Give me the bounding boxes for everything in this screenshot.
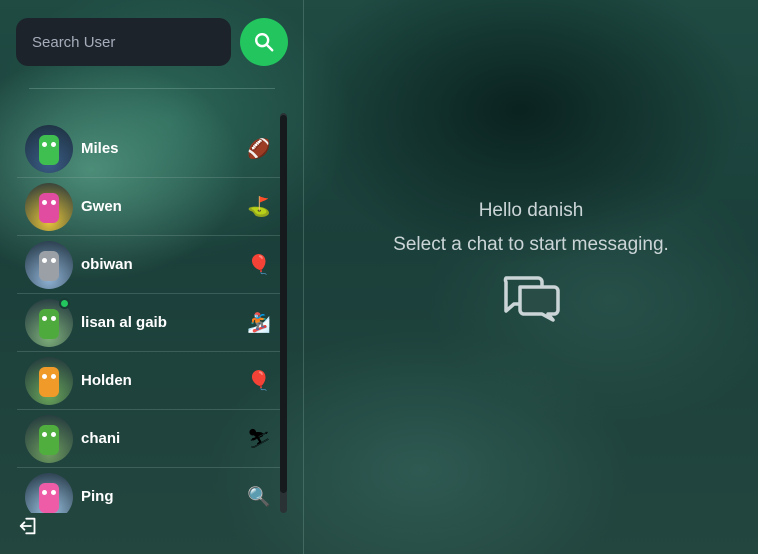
- robot-eye: [51, 431, 56, 437]
- conversation-name: chani: [81, 430, 121, 447]
- conversation-name: Ping: [81, 488, 114, 505]
- chat-bubbles-icon: [503, 276, 560, 322]
- emoji-icon: 🏈: [247, 138, 271, 160]
- robot-avatar-figure: [39, 250, 59, 281]
- robot-avatar-figure: [39, 308, 59, 339]
- logout-icon: [19, 517, 36, 535]
- conversation-name: Gwen: [81, 198, 122, 215]
- robot-eye: [51, 489, 56, 495]
- robot-eye: [42, 315, 47, 321]
- scrollbar-thumb[interactable]: [280, 115, 287, 493]
- conversation-item[interactable]: Holden 🎈: [17, 352, 281, 410]
- conversation-name: Miles: [81, 140, 119, 157]
- robot-eye: [51, 315, 56, 321]
- robot-avatar-figure: [39, 424, 59, 455]
- robot-eye: [42, 373, 47, 379]
- search-bar: [16, 18, 303, 66]
- robot-eye: [51, 257, 56, 263]
- greeting-text: Hello danish: [478, 200, 584, 221]
- avatar: [25, 182, 73, 231]
- conversation-name: lisan al gaib: [81, 314, 167, 331]
- robot-eye: [51, 373, 56, 379]
- emoji-icon: 🏂: [247, 312, 271, 334]
- robot-eye: [42, 141, 47, 147]
- chat-app: Miles 🏈 Gwen ⛳ obiwan 🎈 lisan al gaib 🏂 Holden 🎈 c…: [0, 0, 758, 554]
- avatar: [25, 472, 73, 513]
- conversation-item[interactable]: Miles 🏈: [17, 120, 281, 178]
- robot-eye: [42, 431, 47, 437]
- emoji-icon: 🎈: [247, 254, 271, 276]
- conversation-item[interactable]: chani ⛷: [17, 410, 281, 468]
- select-chat-message: Select a chat to start messaging.: [393, 234, 669, 255]
- scrollbar[interactable]: [280, 113, 287, 513]
- avatar: [25, 124, 73, 173]
- robot-avatar-figure: [39, 192, 59, 223]
- robot-eye: [42, 489, 47, 495]
- robot-avatar-figure: [39, 134, 59, 165]
- conversation-item[interactable]: obiwan 🎈: [17, 236, 281, 294]
- conversation-list: Miles 🏈 Gwen ⛳ obiwan 🎈 lisan al gaib 🏂 Holden 🎈 c…: [17, 120, 281, 513]
- search-input[interactable]: [16, 18, 231, 66]
- sidebar: Miles 🏈 Gwen ⛳ obiwan 🎈 lisan al gaib 🏂 Holden 🎈 c…: [0, 0, 304, 554]
- robot-eye: [42, 199, 47, 205]
- search-button[interactable]: [240, 18, 288, 66]
- divider: [29, 88, 275, 89]
- emoji-icon: ⛳: [247, 196, 271, 218]
- logout-button[interactable]: [18, 515, 40, 537]
- robot-eye: [51, 199, 56, 205]
- main-panel: Hello danish Select a chat to start mess…: [304, 0, 758, 554]
- search-icon: [255, 33, 274, 52]
- emoji-icon: ⛷: [247, 428, 272, 450]
- conversation-item[interactable]: Gwen ⛳: [17, 178, 281, 236]
- robot-eye: [42, 257, 47, 263]
- avatar: [25, 414, 73, 463]
- robot-avatar-figure: [39, 366, 59, 397]
- avatar: [25, 240, 73, 289]
- conversation-item[interactable]: Ping 🔍: [17, 468, 281, 513]
- online-indicator: [59, 298, 70, 309]
- conversation-name: obiwan: [81, 256, 133, 273]
- robot-eye: [51, 141, 56, 147]
- conversation-name: Holden: [81, 372, 132, 389]
- conversation-item[interactable]: lisan al gaib 🏂: [17, 294, 281, 352]
- robot-avatar-figure: [39, 482, 59, 513]
- emoji-icon: 🔍: [247, 486, 271, 508]
- avatar: [25, 356, 73, 405]
- emoji-icon: 🎈: [247, 370, 271, 392]
